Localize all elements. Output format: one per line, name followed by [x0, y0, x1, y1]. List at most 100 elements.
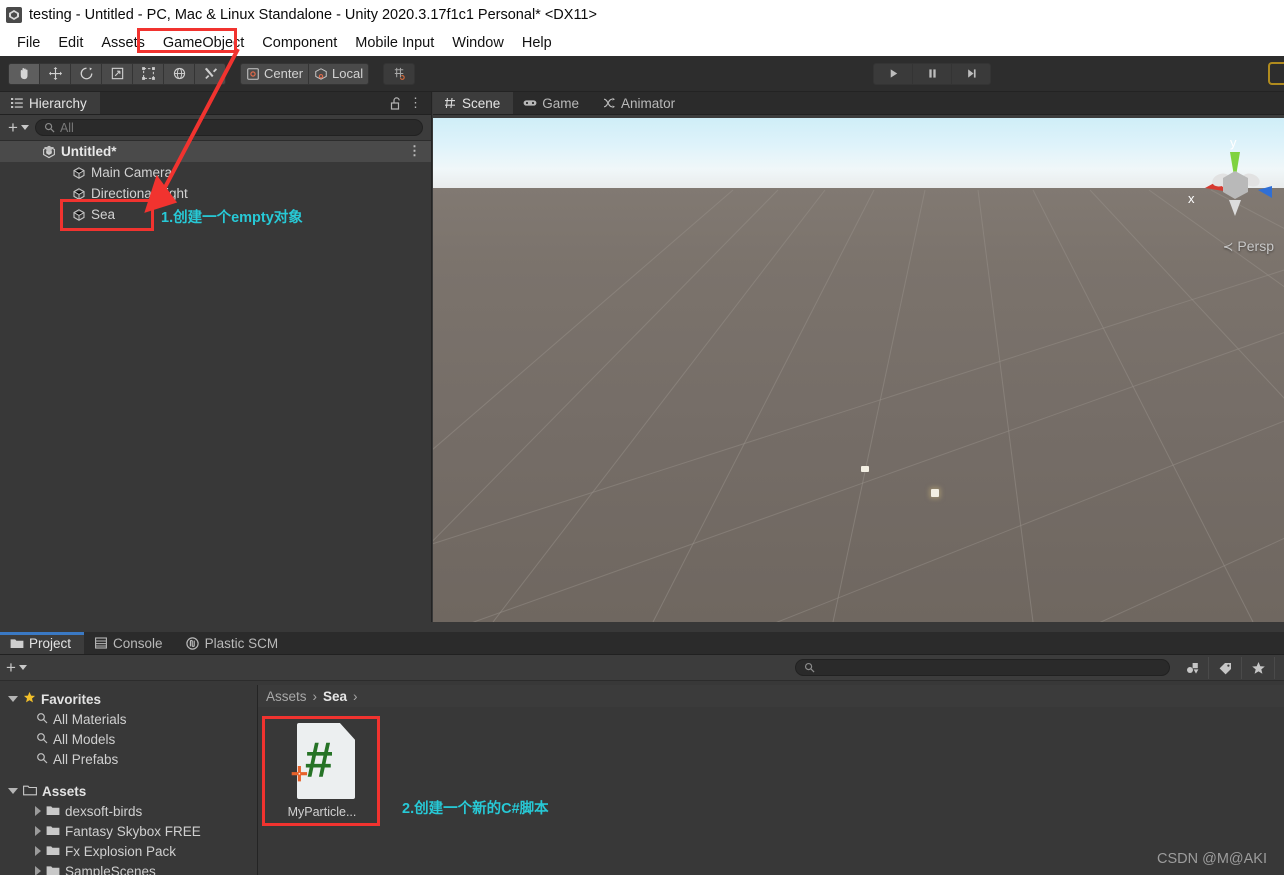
menu-assets[interactable]: Assets	[92, 33, 154, 53]
project-tabstrip: Project Console Plastic SCM	[0, 632, 1284, 655]
tab-game[interactable]: Game	[513, 92, 592, 114]
menu-gameobject[interactable]: GameObject	[154, 33, 253, 53]
breadcrumb-sea[interactable]: Sea	[323, 689, 347, 704]
watermark: CSDN @M@AKI	[1156, 851, 1267, 867]
tab-scene[interactable]: Scene	[433, 92, 514, 114]
pause-button[interactable]	[912, 62, 952, 85]
search-icon	[36, 712, 48, 727]
chevron-right-icon[interactable]	[35, 826, 41, 836]
hierarchy-icon	[10, 96, 24, 110]
move-tool-button[interactable]	[39, 62, 71, 85]
filter-favorites-button[interactable]	[1242, 656, 1275, 679]
window-title: testing - Untitled - PC, Mac & Linux Sta…	[29, 6, 597, 23]
tree-item-favorites[interactable]: Favorites	[0, 689, 257, 709]
console-icon	[94, 636, 108, 650]
hierarchy-add-button[interactable]: +	[8, 118, 29, 138]
cloud-services-button[interactable]	[1268, 62, 1284, 85]
tree-item-label: All Materials	[53, 711, 127, 727]
transform-tool-button[interactable]	[163, 62, 195, 85]
tree-item-dexsoft-birds[interactable]: dexsoft-birds	[0, 801, 257, 821]
axis-label-y: y	[1230, 135, 1237, 150]
tree-item-samplescenes[interactable]: SampleScenes	[0, 861, 257, 875]
chevron-right-icon[interactable]	[35, 866, 41, 875]
tab-hierarchy[interactable]: Hierarchy	[0, 92, 100, 114]
tab-console[interactable]: Console	[84, 632, 176, 654]
project-content-area[interactable]: Assets › Sea › # ✛ MyParticle...	[258, 685, 1284, 875]
annotation-step1-text: 1.创建一个empty对象	[161, 210, 303, 226]
scene-menu-icon[interactable]: ⋮	[408, 143, 421, 159]
grid-snap-button[interactable]	[383, 62, 416, 85]
tree-item-fx-explosion-pack[interactable]: Fx Explosion Pack	[0, 841, 257, 861]
project-folder-tree: Favorites All Materials All Models All P…	[0, 685, 258, 875]
filter-by-type-button[interactable]	[1176, 656, 1209, 679]
tree-item-label: All Prefabs	[53, 751, 119, 767]
pivot-mode-button[interactable]: Center	[240, 62, 310, 85]
scene-grid-icon	[443, 96, 457, 110]
scene-viewport[interactable]: y x ≺ Persp	[433, 118, 1284, 622]
filter-by-label-button[interactable]	[1209, 656, 1242, 679]
filter-search-button[interactable]	[1275, 657, 1284, 679]
unity-editor-window: testing - Untitled - PC, Mac & Linux Sta…	[0, 0, 1284, 875]
tab-hierarchy-label: Hierarchy	[29, 95, 87, 111]
menu-window[interactable]: Window	[443, 33, 513, 53]
menu-component[interactable]: Component	[253, 33, 346, 53]
menu-bar[interactable]: File Edit Assets GameObject Component Mo…	[0, 29, 1284, 56]
hierarchy-search-input[interactable]: All	[34, 119, 423, 136]
hierarchy-item-directional-light[interactable]: Directional Light	[0, 183, 431, 204]
scale-tool-button[interactable]	[101, 62, 133, 85]
animator-icon	[602, 96, 616, 110]
tree-item-all-prefabs[interactable]: All Prefabs	[0, 749, 257, 769]
menu-mobile-input[interactable]: Mobile Input	[346, 33, 443, 53]
star-icon	[23, 691, 36, 707]
asset-item-myparticle[interactable]: # ✛ MyParticle...	[266, 721, 378, 819]
tree-item-all-materials[interactable]: All Materials	[0, 709, 257, 729]
lock-open-icon[interactable]	[390, 96, 403, 116]
projection-mode-label[interactable]: ≺ Persp	[1223, 238, 1274, 255]
play-button[interactable]	[873, 62, 913, 85]
search-icon	[36, 732, 48, 747]
chevron-right-icon[interactable]	[35, 806, 41, 816]
tree-item-fantasy-skybox-free[interactable]: Fantasy Skybox FREE	[0, 821, 257, 841]
rect-tool-button[interactable]	[132, 62, 164, 85]
tag-icon	[1219, 662, 1231, 674]
tree-item-all-models[interactable]: All Models	[0, 729, 257, 749]
tab-animator[interactable]: Animator	[592, 92, 688, 114]
tab-plastic-scm[interactable]: Plastic SCM	[176, 632, 292, 654]
menu-edit[interactable]: Edit	[49, 33, 92, 53]
chevron-down-icon[interactable]	[44, 147, 54, 153]
project-filter-buttons	[1176, 656, 1284, 679]
search-icon	[804, 662, 815, 673]
camera-gizmo-dot	[861, 466, 869, 472]
menu-file[interactable]: File	[8, 33, 49, 53]
chevron-right-icon[interactable]	[35, 846, 41, 856]
hierarchy-item-main-camera[interactable]: Main Camera	[0, 162, 431, 183]
custom-tool-button[interactable]	[194, 62, 226, 85]
step-button[interactable]	[951, 62, 991, 85]
tab-plastic-scm-label: Plastic SCM	[204, 635, 279, 651]
hierarchy-scene-root[interactable]: Untitled* ⋮	[0, 141, 431, 162]
menu-help[interactable]: Help	[513, 33, 561, 53]
tree-item-assets[interactable]: Assets	[0, 781, 257, 801]
hierarchy-panel: Hierarchy ⋮ + All Untitled* ⋮ Main Camer…	[0, 92, 432, 622]
hand-tool-button[interactable]	[8, 62, 40, 85]
scene-axis-gizmo[interactable]: y x	[1178, 130, 1278, 240]
breadcrumb-assets[interactable]: Assets	[266, 689, 307, 704]
project-search-input[interactable]	[795, 659, 1170, 676]
chevron-down-icon[interactable]	[8, 696, 18, 702]
tab-project[interactable]: Project	[0, 632, 85, 654]
scene-grid	[433, 189, 1284, 622]
annotation-step2-text: 2.创建一个新的C#脚本	[402, 801, 549, 817]
sky-gradient	[433, 118, 1284, 191]
hierarchy-search-placeholder: All	[59, 120, 74, 135]
folder-icon	[10, 636, 24, 650]
chevron-right-icon: ›	[353, 688, 358, 704]
pivot-rotation-button[interactable]: Local	[308, 62, 370, 85]
project-add-button[interactable]: +	[6, 658, 27, 678]
gameobject-icon	[72, 166, 86, 180]
rotate-tool-button[interactable]	[70, 62, 102, 85]
project-toolbar: +	[0, 655, 1284, 681]
hierarchy-menu-icon[interactable]: ⋮	[409, 95, 422, 111]
star-icon	[1251, 661, 1265, 674]
chevron-down-icon[interactable]	[8, 788, 18, 794]
folder-icon	[46, 844, 60, 859]
